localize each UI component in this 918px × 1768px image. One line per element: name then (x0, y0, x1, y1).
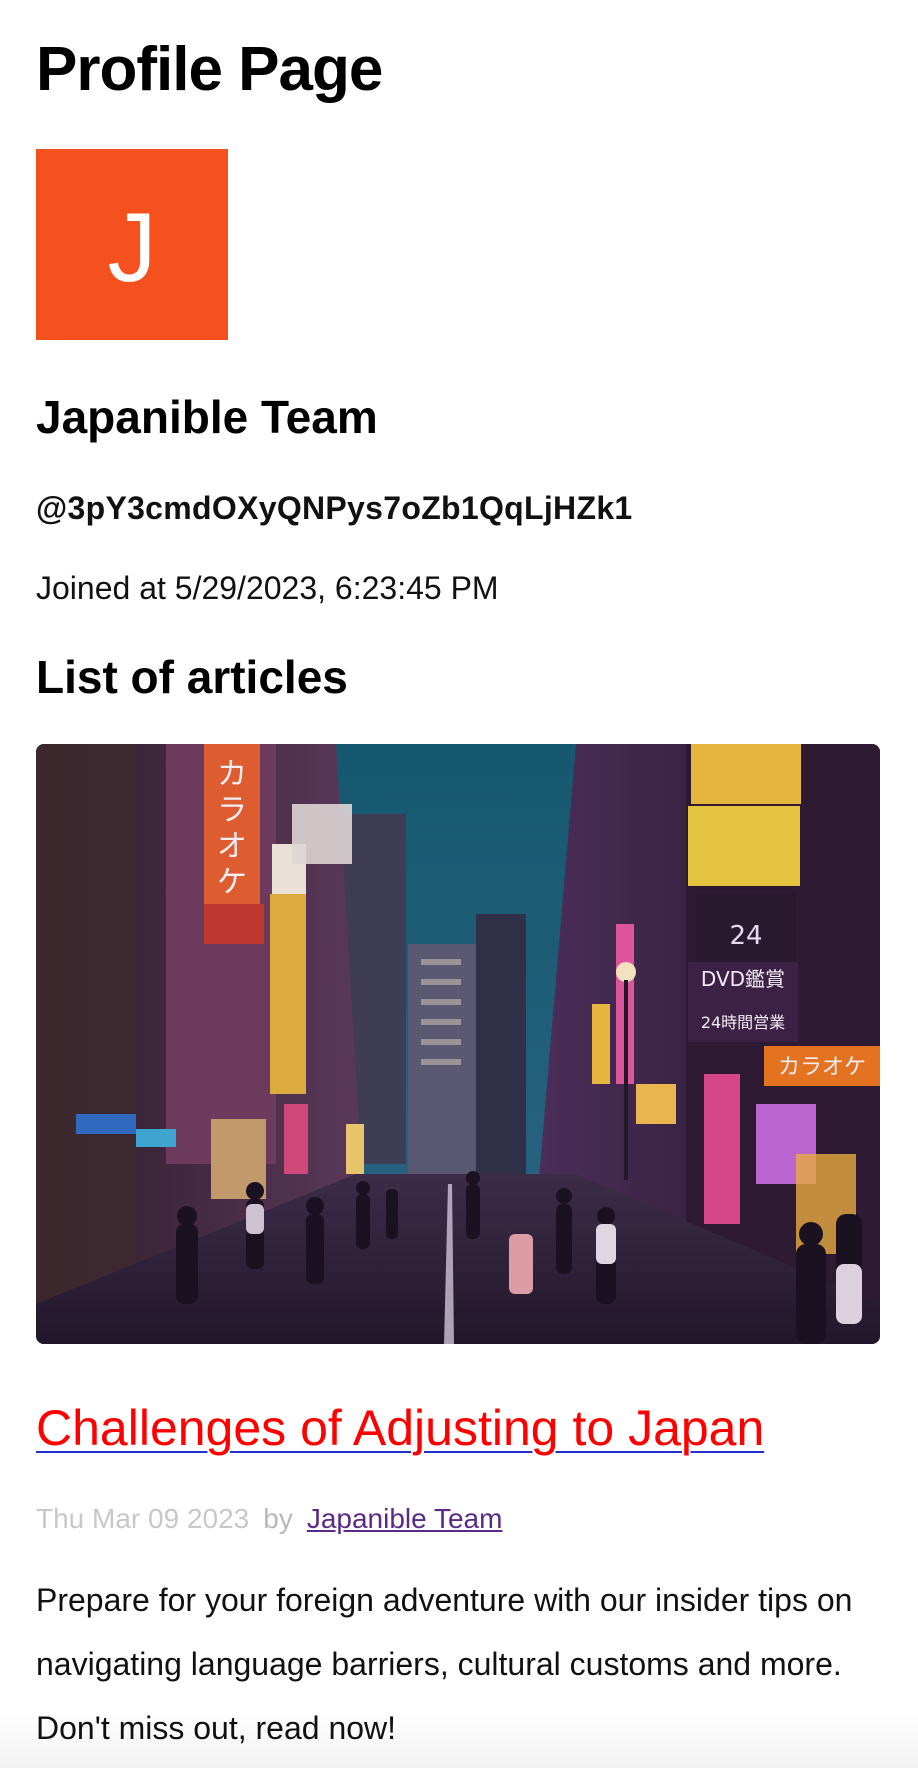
article-image[interactable]: カ ラ オ ケ 24 DVD鑑賞 24時間営業 カラオケ (36, 744, 880, 1344)
joined-value: 5/29/2023, 6:23:45 PM (174, 570, 499, 606)
page-title: Profile Page (36, 35, 383, 104)
profile-name: Japanible Team (36, 391, 378, 443)
article-title-link[interactable]: Challenges of Adjusting to Japan (36, 1396, 764, 1460)
article-meta: Thu Mar 09 2023 by Japanible Team (36, 1500, 502, 1538)
article-author-link[interactable]: Japanible Team (307, 1500, 503, 1538)
profile-handle: @3pY3cmdOXyQNPys7oZb1QqLjHZk1 (36, 490, 633, 526)
joined-label: Joined at (36, 570, 166, 606)
joined-date: Joined at 5/29/2023, 6:23:45 PM (36, 568, 499, 608)
avatar: J (36, 149, 228, 340)
article-by-label: by (263, 1503, 293, 1534)
avatar-letter: J (107, 191, 157, 302)
article-date: Thu Mar 09 2023 (36, 1503, 250, 1534)
articles-section-title: List of articles (36, 651, 348, 703)
article-excerpt: Prepare for your foreign adventure with … (36, 1582, 853, 1746)
profile-page: Profile Page J Japanible Team @3pY3cmdOX… (0, 0, 918, 1768)
